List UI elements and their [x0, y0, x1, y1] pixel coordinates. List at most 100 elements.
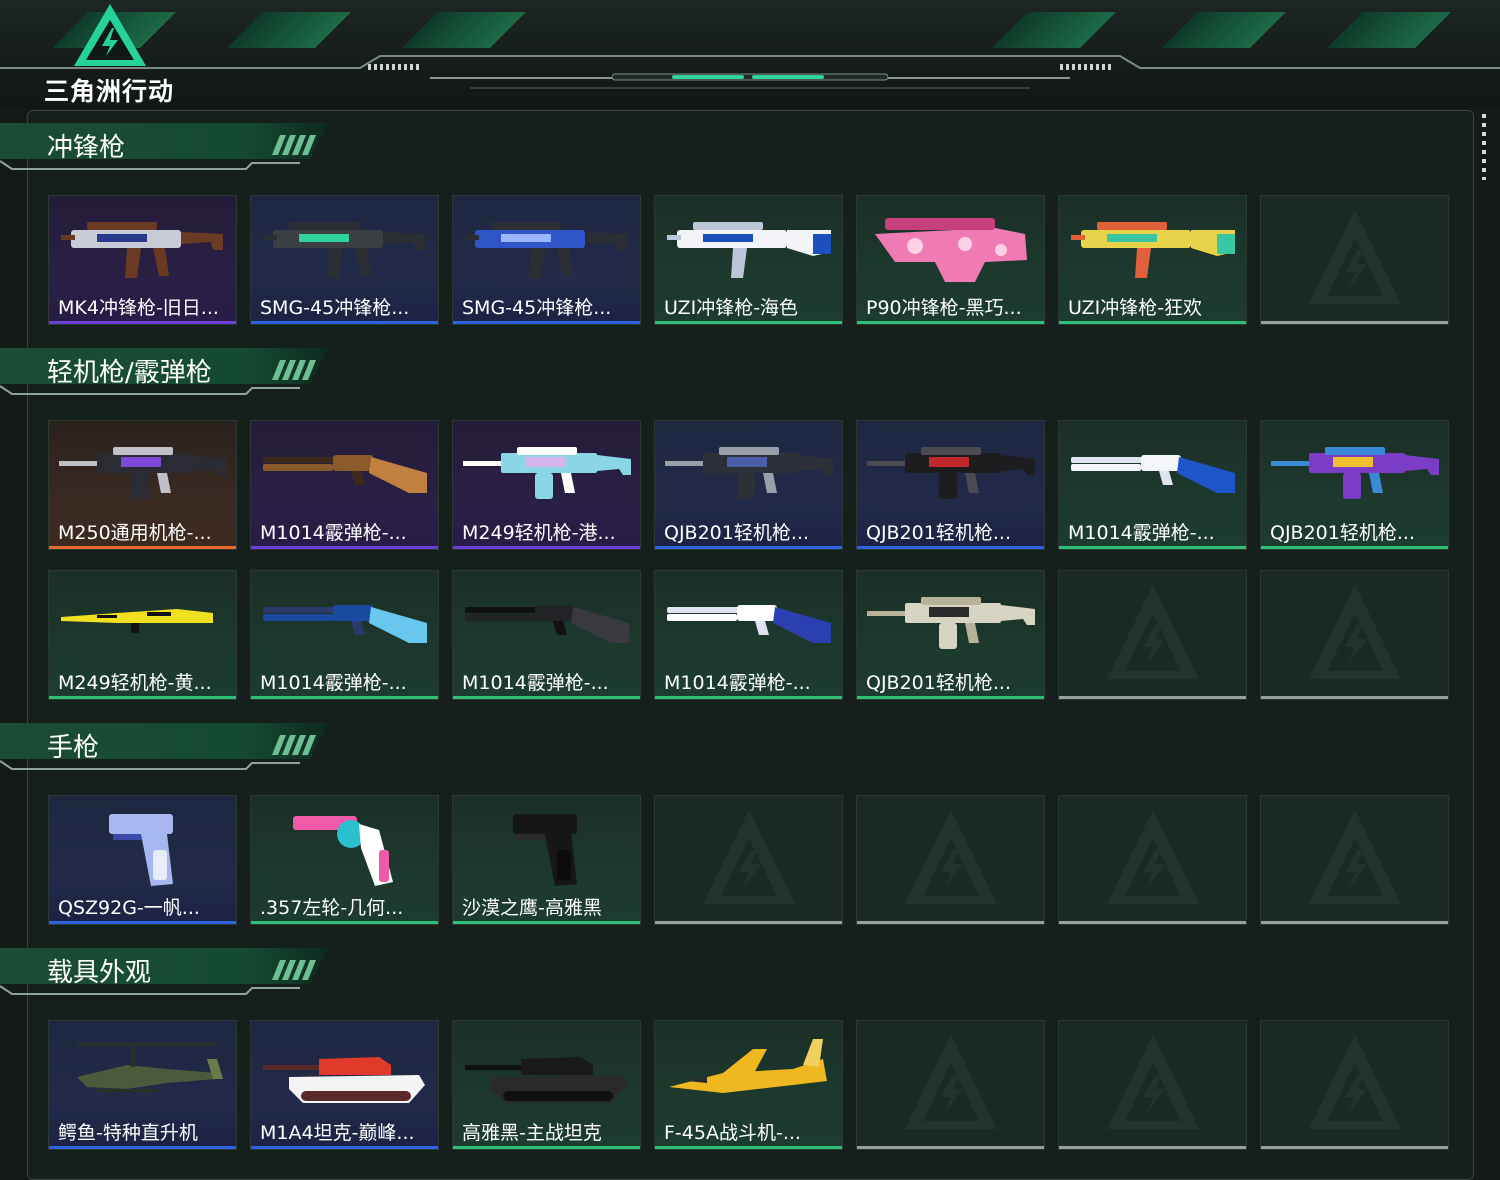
empty-item-slot[interactable]	[1260, 195, 1449, 325]
rarity-bar	[857, 696, 1044, 699]
rarity-bar	[49, 1146, 236, 1149]
item-name: .357左轮-几何...	[260, 897, 404, 919]
item-name: MK4冲锋枪-旧日...	[58, 297, 219, 319]
item-name: M1014霰弹枪-...	[664, 672, 811, 694]
rarity-bar	[857, 321, 1044, 324]
skin-item-card[interactable]: M249轻机枪-港...	[452, 420, 641, 550]
rarity-bar	[49, 321, 236, 324]
empty-item-slot[interactable]	[1260, 1020, 1449, 1150]
tank-icon	[263, 1057, 425, 1103]
rarity-bar	[453, 321, 640, 324]
delta-logo-watermark-icon	[1309, 585, 1401, 679]
header-center-ornament	[612, 73, 888, 81]
skin-item-card[interactable]: UZI冲锋枪-海色	[654, 195, 843, 325]
lmg-icon	[867, 447, 1035, 499]
empty-item-slot[interactable]	[856, 1020, 1045, 1150]
rarity-bar	[1261, 1146, 1448, 1149]
skin-item-card[interactable]: UZI冲锋枪-狂欢	[1058, 195, 1247, 325]
section-header: 载具外观	[0, 946, 330, 998]
uzi-icon	[1071, 222, 1235, 278]
rarity-bar	[1261, 321, 1448, 324]
delta-logo-watermark-icon	[1309, 810, 1401, 904]
empty-item-slot[interactable]	[1058, 795, 1247, 925]
rarity-bar	[453, 1146, 640, 1149]
skin-item-card[interactable]: MK4冲锋枪-旧日...	[48, 195, 237, 325]
item-name: M1014霰弹枪-...	[462, 672, 609, 694]
item-name: QJB201轻机枪...	[866, 522, 1011, 544]
skin-item-card[interactable]: M1014霰弹枪-...	[250, 570, 439, 700]
skin-item-card[interactable]: P90冲锋枪-黑巧...	[856, 195, 1045, 325]
empty-item-slot[interactable]	[1058, 570, 1247, 700]
section-title: 手枪	[47, 733, 100, 763]
item-name: M249轻机枪-黄...	[58, 672, 212, 694]
rarity-bar	[251, 321, 438, 324]
skin-item-card[interactable]: SMG-45冲锋枪...	[250, 195, 439, 325]
skin-item-card[interactable]: SMG-45冲锋枪...	[452, 195, 641, 325]
smg-icon	[263, 222, 425, 278]
rarity-bar	[857, 921, 1044, 924]
empty-item-slot[interactable]	[654, 795, 843, 925]
skin-item-card[interactable]: QJB201轻机枪...	[1260, 420, 1449, 550]
top-header: 三角洲行动	[0, 0, 1500, 108]
item-name: F-45A战斗机-...	[664, 1122, 801, 1144]
delta-logo-watermark-icon	[1107, 585, 1199, 679]
item-name: QJB201轻机枪...	[664, 522, 809, 544]
item-name: UZI冲锋枪-海色	[664, 297, 799, 319]
rarity-bar	[1059, 921, 1246, 924]
section-title: 载具外观	[47, 958, 152, 988]
rarity-bar	[1261, 696, 1448, 699]
skin-item-card[interactable]: M1014霰弹枪-...	[250, 420, 439, 550]
empty-item-slot[interactable]	[1260, 795, 1449, 925]
lmg-icon	[665, 447, 833, 499]
empty-item-slot[interactable]	[1058, 1020, 1247, 1150]
delta-logo-watermark-icon	[905, 1035, 997, 1129]
rarity-bar	[251, 1146, 438, 1149]
item-name: SMG-45冲锋枪...	[462, 297, 612, 319]
skin-item-card[interactable]: QSZ92G-一帆...	[48, 795, 237, 925]
skin-item-card[interactable]: QJB201轻机枪...	[654, 420, 843, 550]
p90-icon	[875, 218, 1027, 282]
skin-item-card[interactable]: QJB201轻机枪...	[856, 570, 1045, 700]
item-name: SMG-45冲锋枪...	[260, 297, 410, 319]
item-name: M250通用机枪-...	[58, 522, 212, 544]
empty-item-slot[interactable]	[856, 795, 1045, 925]
uzi-icon	[667, 222, 831, 278]
tank-icon	[465, 1057, 627, 1103]
skin-item-card[interactable]: M249轻机枪-黄...	[48, 570, 237, 700]
skin-item-card[interactable]: F-45A战斗机-...	[654, 1020, 843, 1150]
skin-item-card[interactable]: 鳄鱼-特种直升机	[48, 1020, 237, 1150]
shotgun-icon	[1071, 455, 1235, 493]
heli-icon	[77, 1043, 223, 1092]
smg-icon	[61, 222, 223, 278]
revolver-icon	[293, 816, 393, 886]
scrollbar[interactable]	[1482, 114, 1486, 180]
lmg-icon	[1271, 447, 1439, 499]
rarity-bar	[49, 696, 236, 699]
skin-item-card[interactable]: .357左轮-几何...	[250, 795, 439, 925]
rarity-bar	[251, 546, 438, 549]
skin-item-card[interactable]: 沙漠之鹰-高雅黑	[452, 795, 641, 925]
rarity-bar	[1059, 696, 1246, 699]
rarity-bar	[453, 546, 640, 549]
rarity-bar	[453, 696, 640, 699]
item-name: 沙漠之鹰-高雅黑	[462, 897, 602, 919]
empty-item-slot[interactable]	[1260, 570, 1449, 700]
skin-item-card[interactable]: QJB201轻机枪...	[856, 420, 1045, 550]
skin-item-card[interactable]: 高雅黑-主战坦克	[452, 1020, 641, 1150]
delta-logo-watermark-icon	[1309, 1035, 1401, 1129]
rarity-bar	[1261, 921, 1448, 924]
section-header: 手枪	[0, 721, 330, 773]
item-name: P90冲锋枪-黑巧...	[866, 297, 1022, 319]
item-name: M1A4坦克-巅峰...	[260, 1122, 415, 1144]
skin-item-card[interactable]: M1014霰弹枪-...	[452, 570, 641, 700]
section-header: 轻机枪/霰弹枪	[0, 346, 330, 398]
item-name: 高雅黑-主战坦克	[462, 1122, 602, 1144]
rarity-bar	[251, 921, 438, 924]
skin-item-card[interactable]: M1A4坦克-巅峰...	[250, 1020, 439, 1150]
item-name: M1014霰弹枪-...	[1068, 522, 1215, 544]
skin-item-card[interactable]: M1014霰弹枪-...	[654, 570, 843, 700]
skin-item-card[interactable]: M250通用机枪-...	[48, 420, 237, 550]
rarity-bar	[655, 1146, 842, 1149]
delta-logo-watermark-icon	[1309, 210, 1401, 304]
skin-item-card[interactable]: M1014霰弹枪-...	[1058, 420, 1247, 550]
